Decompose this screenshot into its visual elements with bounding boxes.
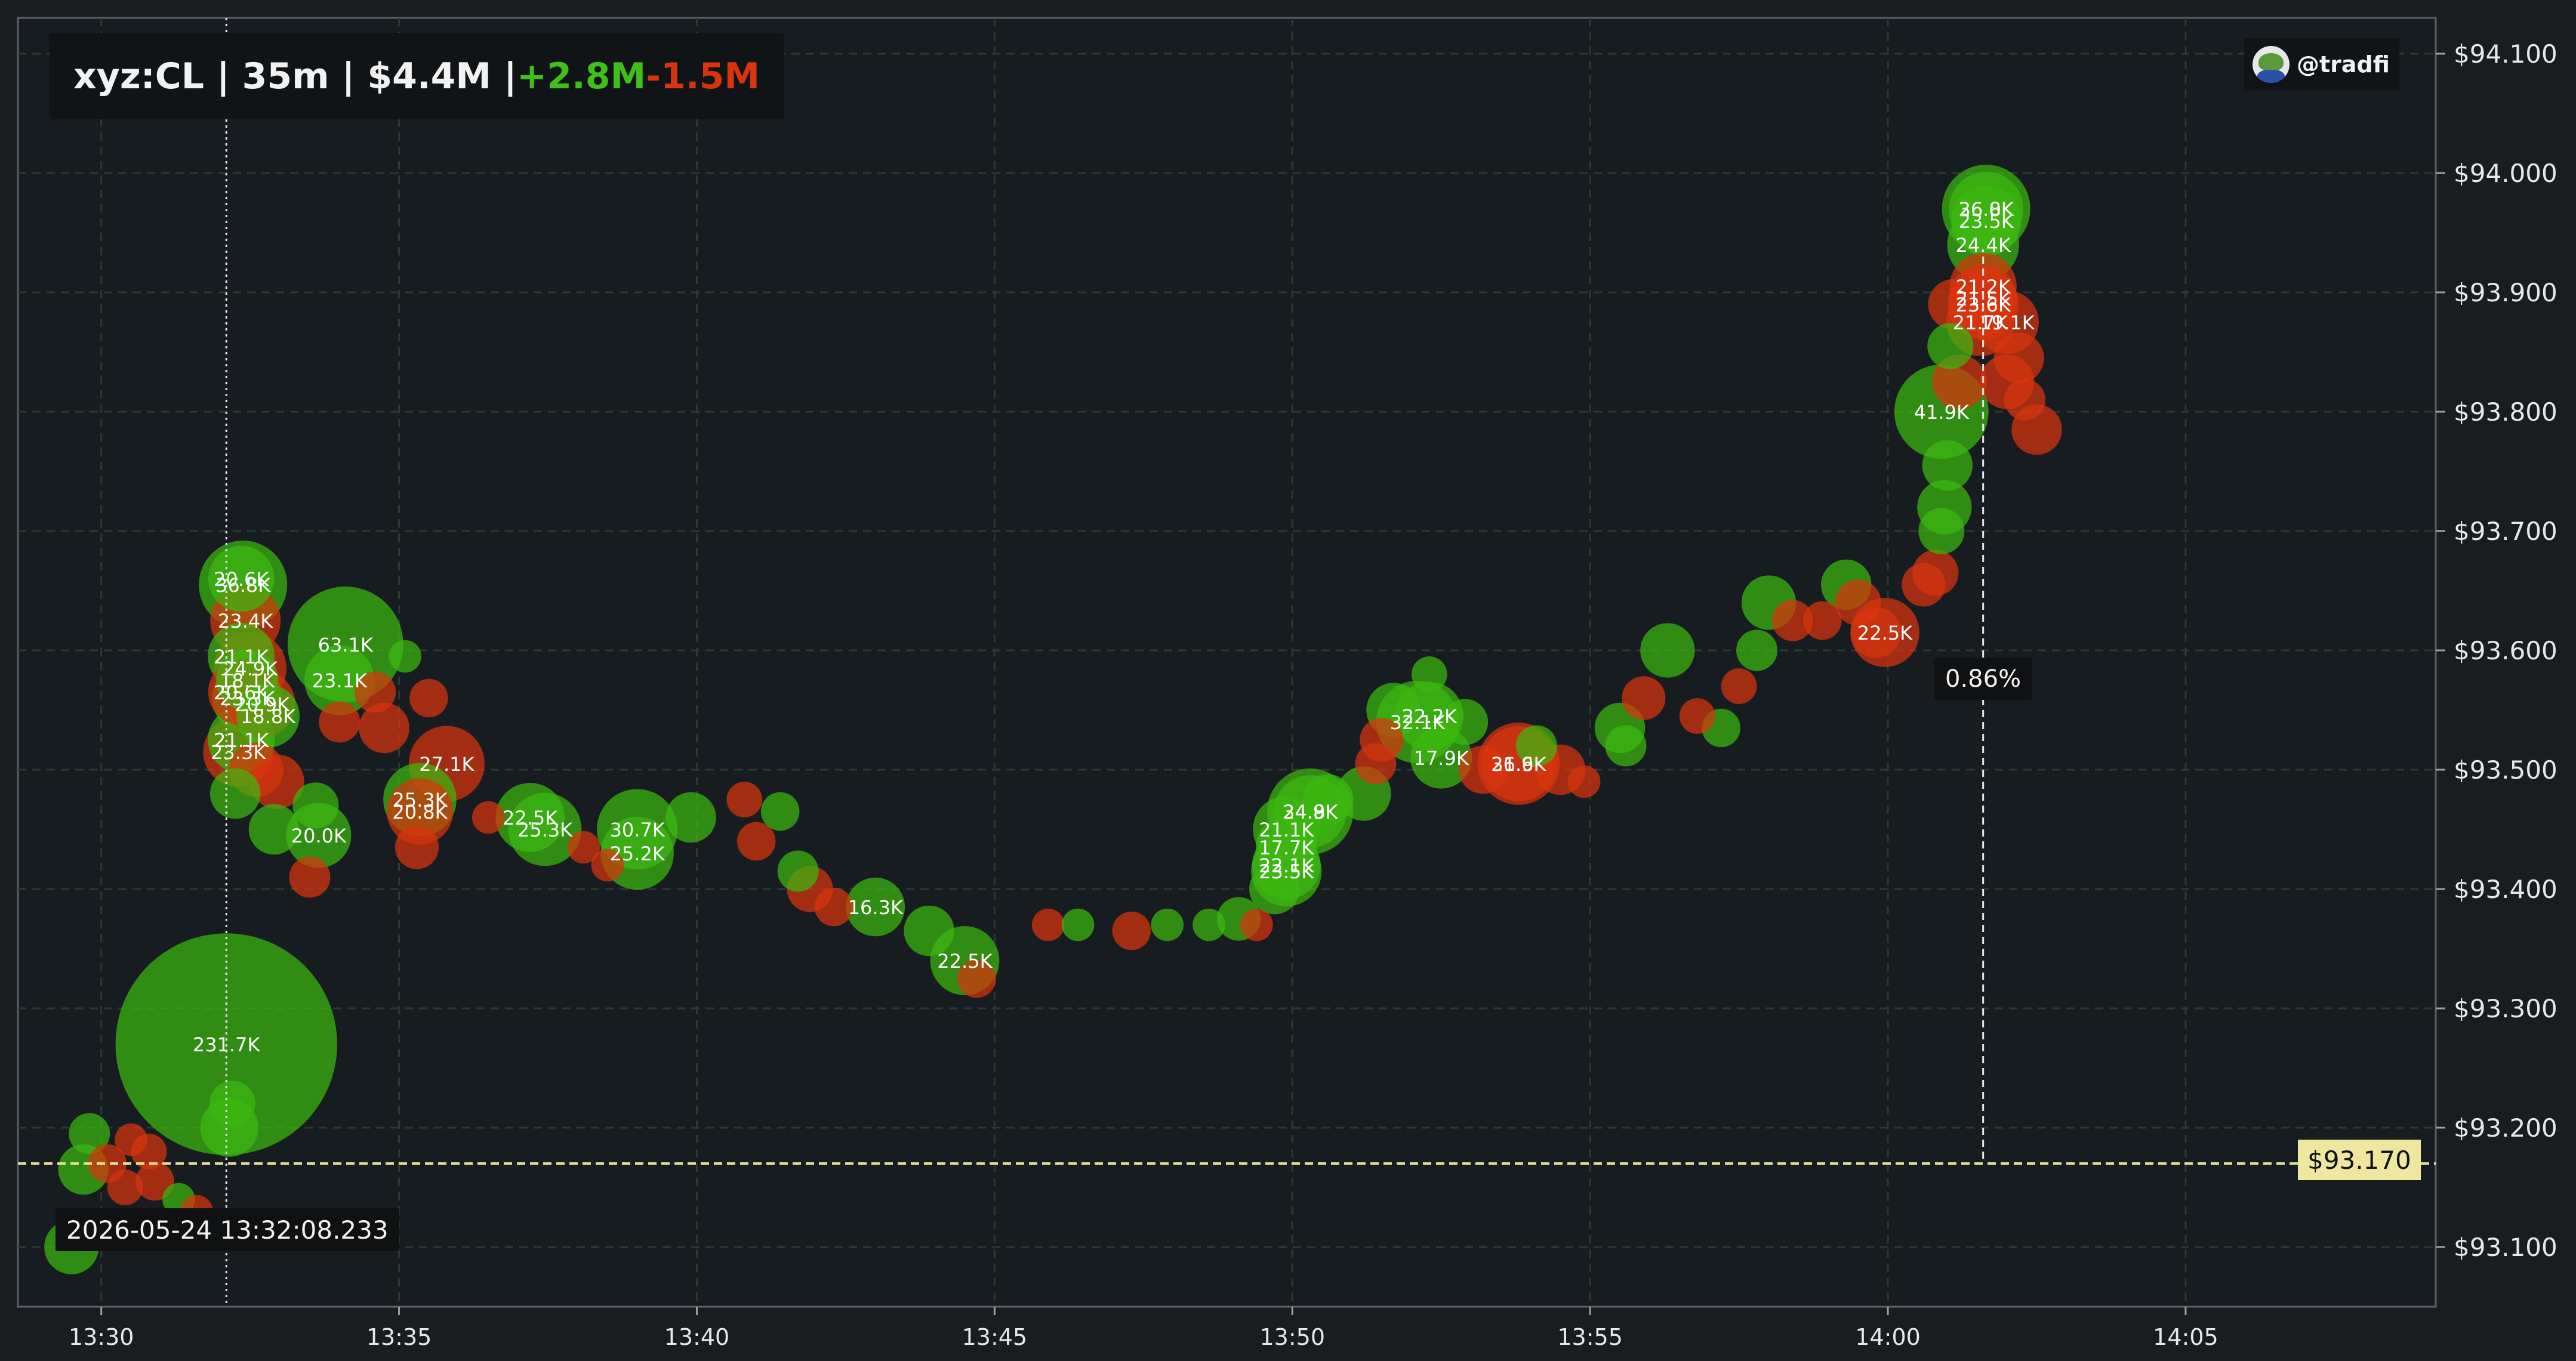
crosshair-price-label: $93.170: [2298, 1140, 2421, 1180]
buy-trade-bubble: [1918, 508, 1965, 554]
buy-trade-bubble: [1193, 908, 1225, 942]
buy-trade-bubble: [389, 640, 421, 673]
sell-trade-bubble: [737, 822, 776, 861]
header-symbol: xyz:CL | 35m | $4.4M |: [73, 55, 517, 97]
trade-size-label: 16.3K: [848, 896, 904, 919]
sell-trade-bubble: [1240, 908, 1273, 942]
brand-badge[interactable]: @tradfi: [2244, 38, 2399, 91]
buy-trade-bubble: [209, 768, 261, 819]
trade-size-label: 25.3K: [517, 819, 573, 841]
sell-trade-bubble: [1835, 579, 1881, 626]
sell-trade-bubble: [1031, 908, 1065, 942]
trade-size-label: 27.1K: [419, 753, 474, 776]
crosshair-time-label: 2026-05-24 13:32:08.233: [56, 1208, 399, 1251]
buy-trade-bubble: [1061, 908, 1095, 942]
trade-size-label: 20.8K: [392, 801, 448, 823]
y-tick-label: $94.000: [2454, 159, 2557, 188]
y-tick-label: $93.100: [2454, 1233, 2557, 1262]
buy-trade-bubble: [1736, 629, 1778, 671]
trade-size-label: 41.9K: [1914, 401, 1970, 424]
sell-trade-bubble: [1993, 332, 2044, 384]
sell-trade-bubble: [1803, 601, 1842, 640]
chart-header: xyz:CL | 35m | $4.4M | +2.8M -1.5M: [50, 33, 784, 119]
sell-trade-bubble: [2004, 379, 2046, 421]
header-sell-volume: -1.5M: [646, 55, 760, 97]
sell-trade-bubble: [1567, 765, 1601, 798]
order-flow-chart: $93.100 $93.200 $93.300 $93.400 $93.500 $93.6…: [17, 17, 2557, 1350]
measure-percent-label: 0.86%: [1934, 658, 2032, 700]
x-tick-label: 13:30: [69, 1324, 134, 1350]
x-tick-label: 13:45: [962, 1324, 1028, 1350]
trade-size-label: 36.8K: [215, 574, 271, 597]
y-tick-label: $93.600: [2454, 636, 2557, 665]
y-axis: $93.100 $93.200 $93.300 $93.400 $93.500 $93.6…: [2436, 39, 2557, 1262]
buy-trade-bubble: [1605, 725, 1647, 767]
trade-size-label: 20.0K: [291, 825, 347, 847]
sell-trade-bubble: [115, 1123, 147, 1156]
header-buy-volume: +2.8M: [516, 55, 646, 97]
trade-size-label: 26.6K: [1491, 753, 1546, 776]
sell-trade-bubble: [472, 801, 505, 834]
x-tick-label: 14:05: [2153, 1324, 2218, 1350]
trade-size-label: 23.3K: [211, 741, 266, 764]
sell-trade-bubble: [395, 825, 439, 869]
x-tick-label: 13:40: [664, 1324, 730, 1350]
buy-trade-bubble: [777, 850, 819, 892]
y-tick-label: $93.200: [2454, 1113, 2557, 1143]
x-tick-label: 13:35: [366, 1324, 432, 1350]
y-tick-label: $93.500: [2454, 755, 2557, 785]
y-tick-label: $93.900: [2454, 278, 2557, 307]
trade-size-label: 22.2K: [1402, 705, 1458, 728]
sell-trade-bubble: [814, 887, 853, 927]
trade-size-label: 23.1K: [312, 669, 368, 692]
sell-trade-bubble: [107, 1169, 143, 1205]
sell-trade-bubble: [1902, 563, 1946, 607]
frog-avatar-icon: [2253, 46, 2290, 83]
trade-size-label: 36.8K: [1959, 198, 2014, 221]
buy-trade-bubble: [1151, 908, 1184, 942]
buy-trade-bubble: [1411, 656, 1447, 692]
y-tick-label: $93.700: [2454, 517, 2557, 546]
trade-size-label: 19.1K: [1979, 311, 2035, 334]
x-tick-label: 13:50: [1259, 1324, 1325, 1350]
x-tick-label: 13:55: [1557, 1324, 1623, 1350]
trade-size-label: 22.5K: [1857, 622, 1913, 644]
trade-size-label: 30.7K: [610, 819, 665, 841]
x-tick-label: 14:00: [1855, 1324, 1921, 1350]
buy-trade-bubble: [292, 782, 339, 829]
sell-trade-bubble: [319, 701, 360, 743]
buy-trade-bubble: [209, 1081, 255, 1127]
buy-trade-bubble: [1640, 623, 1695, 678]
buy-trade-bubble: [760, 792, 800, 831]
y-tick-label: $93.400: [2454, 875, 2557, 904]
sell-trade-bubble: [1112, 911, 1151, 950]
buy-trade-bubble: [1922, 440, 1973, 491]
y-tick-label: $93.300: [2454, 994, 2557, 1023]
trade-size-label: 17.9K: [1414, 747, 1469, 770]
sell-trade-bubble: [289, 856, 331, 898]
trade-size-label: 63.1K: [318, 634, 374, 656]
y-tick-label: $94.100: [2454, 39, 2557, 69]
trade-size-label: 24.4K: [1956, 234, 2011, 257]
x-axis: 13:30 13:35 13:40 13:45 13:50 13:55 14:00 14:05: [69, 1307, 2218, 1350]
trade-size-label: 34.9K: [1283, 801, 1338, 823]
sell-trade-bubble: [1679, 698, 1715, 734]
brand-handle: @tradfi: [2297, 51, 2390, 78]
sell-trade-bubble: [1622, 676, 1666, 720]
sell-trade-bubble: [409, 678, 448, 718]
trade-size-label: 22.5K: [937, 950, 993, 973]
sell-trade-bubble: [726, 782, 763, 817]
trade-size-label: 18.8K: [241, 705, 296, 728]
trade-size-label: 25.2K: [610, 842, 665, 865]
sell-trade-bubble: [1355, 743, 1397, 785]
sell-trade-bubble: [1721, 668, 1757, 704]
buy-trade-bubble: [665, 792, 716, 843]
buy-trade-bubble: [904, 905, 954, 956]
y-tick-label: $93.800: [2454, 397, 2557, 427]
